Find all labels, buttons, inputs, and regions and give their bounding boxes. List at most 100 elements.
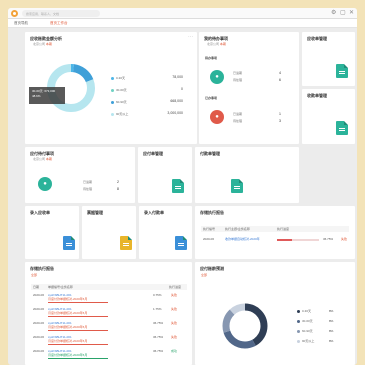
card-title: 存储执行报告 [200,210,224,215]
table-cell-percent: 1.75% [153,307,162,311]
legend-item: 0-30天 [297,309,311,313]
table-cell-date: 2020-06 [33,349,45,353]
table-cell-percent: 36.75% [153,349,164,353]
section-label: 已办事项 [205,96,218,100]
close-icon[interactable]: ✕ [349,9,354,17]
payable-management-card[interactable]: 应付单管理 [138,147,192,203]
legend-item: 30-60天 [111,88,127,92]
status-badge: 失败 [171,293,178,297]
card-title: 付款单管理 [200,151,220,156]
legend-dot [111,112,114,116]
stat-number[interactable]: 6 [279,78,281,82]
clock-icon: ● [38,177,52,191]
legend-item: 0-30天 [111,76,125,80]
app-logo-icon [11,10,18,17]
table-header: 日期 单据编号/业务名称 执行进度 [31,284,187,290]
tab-bar: 首页导航 首页工作台 [8,19,357,28]
table-cell-date: 2020-06 [33,307,45,311]
status-badge: 失败 [171,335,178,339]
stat-number[interactable]: 8 [117,187,119,191]
clock-icon: ● [210,70,224,84]
card-subtitle: 北京公司 本期 [207,42,226,46]
period-tag[interactable]: 本期 [220,42,226,46]
chart-tooltip: 30-60天: 673,000 48.6% [29,87,65,104]
stat-number[interactable]: 2 [117,180,119,184]
row-underline [48,302,108,303]
table-cell-name[interactable]: 收款单据自动核对-2020年 [225,237,275,241]
stat-number[interactable]: 4 [279,71,281,75]
legend-value: 8% [329,309,334,313]
table-cell-name[interactable]: 月度付款单据核对-2020年5月 [48,339,138,343]
collection-management-card[interactable]: 收款单管理 [302,89,355,144]
row-underline [48,316,108,317]
period-tag[interactable]: 本期 [46,157,52,161]
payable-pending-card: 应付待付事项 北京公司 本期 ● 已逾期 2 待处理 8 [25,147,135,203]
table-cell-name[interactable]: 月度付款单据核对-2020年5月 [48,297,138,301]
card-title: 录入付款单 [144,210,164,215]
aging-donut-chart [222,303,268,349]
stat-number[interactable]: 1 [279,112,281,116]
progress-bar [277,239,319,241]
table-cell-name[interactable]: 月度付款单据核对-2020年5月 [48,325,138,329]
filter-tag[interactable]: 全部 [31,273,37,277]
table-cell-percent: 0.75% [153,293,162,297]
stat-label: 已逾期 [233,112,243,116]
legend-value: 8% [329,339,334,343]
table-header: 执行编号 执行主题/业务名称 执行进度 [201,226,349,232]
legend-value: 8% [329,319,334,323]
aging-forecast-card: 应付账龄预测 全部 0-30天 8% 30-60天 8% 60-90天 8% 9… [195,262,355,365]
period-tag[interactable]: 本期 [46,42,52,46]
enter-payment-card[interactable]: 录入付款单 [139,206,192,259]
legend-dot [297,319,300,323]
maximize-icon[interactable]: ▢ [340,9,346,17]
row-underline [48,344,108,345]
more-icon[interactable]: ··· [188,34,193,40]
upload-icon [175,236,187,250]
legend-item: 30-60天 [297,319,313,323]
row-underline [48,358,108,359]
table-cell-date: 2020-06 [33,335,45,339]
table-cell-percent: 36.75% [153,335,164,339]
card-title: 存储执行报告 [30,266,54,271]
status-badge: 失败 [171,321,178,325]
card-subtitle: 北京公司 本期 [33,157,52,161]
legend-item: 60-90天 [297,329,313,333]
table-cell-date: 2020-06 [33,321,45,325]
legend-value: 0 [181,87,183,91]
section-label: 待办事项 [205,56,218,60]
legend-item: 90天以上 [297,339,314,343]
status-badge: 失败 [171,307,178,311]
legend-dot [111,100,114,104]
bill-management-card[interactable]: 票据管理 [82,206,136,259]
card-title: 应付账龄预测 [200,266,224,271]
search-input[interactable]: 搜索应用、联系人、文档 [22,10,100,17]
table-cell-name[interactable]: 月度付款单据核对-2020年5月 [48,353,138,357]
receivable-management-card[interactable]: 应收单管理 [302,32,355,86]
title-bar: 搜索应用、联系人、文档 ⚙ ▢ ✕ [8,8,357,19]
card-subtitle: 全部 [201,273,207,277]
legend-item: 90天以上 [111,112,128,116]
stat-number[interactable]: 3 [279,119,281,123]
stat-label: 已逾期 [83,180,93,184]
stat-label: 待处理 [233,78,243,82]
legend-dot [111,88,114,92]
legend-item: 60-90天 [111,100,127,104]
progress-fill [277,239,293,241]
settings-icon[interactable]: ⚙ [331,9,336,17]
table-cell-percent: 36.75% [153,321,164,325]
filter-tag[interactable]: 全部 [201,273,207,277]
row-underline [48,330,108,331]
card-title: 票据管理 [87,210,103,215]
tab-workbench[interactable]: 首页工作台 [50,21,68,26]
status-badge: 失败 [341,237,348,241]
tab-home-nav[interactable]: 首页导航 [14,21,28,26]
legend-dot [111,76,114,80]
legend-value: 8% [329,329,334,333]
payment-management-card[interactable]: 付款单管理 [195,147,299,203]
enter-receivable-card[interactable]: 录入应收单 [25,206,79,259]
table-cell-name[interactable]: 月度付款单据核对-2020年5月 [48,311,138,315]
folder-icon [120,236,132,250]
card-subtitle: 全部 [31,273,37,277]
storage-report-card: 存储执行报告 全部 日期 单据编号/业务名称 执行进度 2020-06 sysKS… [25,262,192,365]
table-cell-percent: 36.75% [323,237,334,241]
